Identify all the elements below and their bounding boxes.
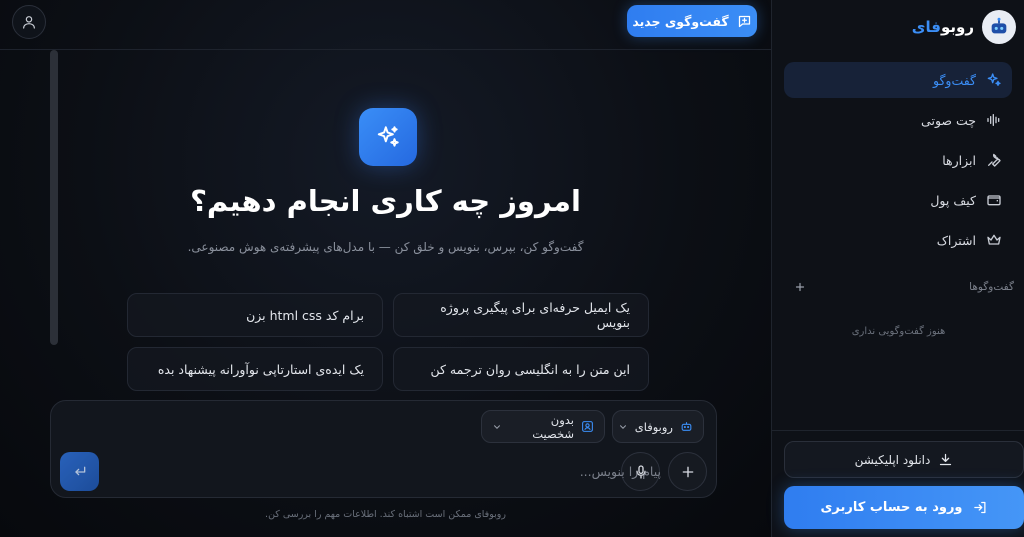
plus-icon	[795, 282, 805, 292]
new-chat-label: گفت‌وگوی جدید	[632, 13, 729, 29]
top-bar: گفت‌وگوی جدید	[0, 0, 771, 50]
download-app-button[interactable]: دانلود اپلیکیشن	[784, 441, 1024, 478]
sidebar-item-label: ابزارها	[942, 152, 976, 168]
download-icon	[938, 452, 953, 467]
chevron-down-icon	[492, 422, 502, 432]
message-input[interactable]	[251, 459, 661, 483]
enter-arrow-icon	[72, 464, 88, 480]
message-plus-icon	[737, 14, 752, 29]
login-button[interactable]: ورود به حساب کاربری	[784, 486, 1024, 529]
robot-icon	[680, 420, 693, 433]
download-label: دانلود اپلیکیشن	[854, 452, 931, 467]
persona-icon	[581, 420, 594, 433]
robot-logo-icon	[982, 10, 1016, 44]
model-selector[interactable]: روبوفای	[612, 410, 704, 443]
wallet-icon	[986, 192, 1002, 208]
empty-conversations-note: هنوز گفت‌وگویی نداری	[851, 326, 946, 337]
disclaimer: روبوفای ممکن است اشتباه کند. اطلاعات مهم…	[265, 509, 506, 520]
chevron-down-icon	[618, 422, 628, 432]
add-conversation-button[interactable]	[794, 281, 806, 293]
brand[interactable]: روبوفای	[912, 10, 1016, 44]
conversations-header-label: گفت‌وگوها	[969, 281, 1014, 293]
sidebar-item-label: گفت‌وگو	[933, 72, 976, 88]
plus-icon	[680, 464, 696, 480]
sidebar-item-label: کیف پول	[930, 192, 976, 208]
conversations-header: گفت‌وگوها	[794, 278, 1014, 296]
wrench-icon	[986, 152, 1002, 168]
sidebar-item-chat[interactable]: گفت‌وگو	[784, 62, 1012, 98]
main-area: گفت‌وگوی جدید امروز چه کاری انجام دهیم؟ …	[0, 0, 771, 537]
brand-name: روبوفای	[912, 18, 974, 36]
user-button[interactable]	[12, 5, 46, 39]
brand-name-main: روبو	[941, 18, 974, 36]
sidebar: روبوفای گفت‌وگو چت صوتی ابزارها	[771, 0, 1024, 537]
crown-icon	[986, 232, 1002, 248]
user-icon	[21, 14, 37, 30]
suggestion-card[interactable]: این متن را به انگلیسی روان ترجمه کن	[393, 347, 649, 391]
sidebar-item-label: اشتراک	[936, 232, 976, 248]
new-chat-button[interactable]: گفت‌وگوی جدید	[627, 5, 757, 37]
brand-name-accent: فای	[911, 18, 941, 36]
model-label: روبوفای	[634, 419, 673, 434]
suggestion-card[interactable]: یک ایده‌ی استارتاپی نوآورانه پیشنهاد بده	[127, 347, 383, 391]
page-subtitle: گفت‌وگو کن، بپرس، بنویس و خلق کن — با مد…	[187, 240, 584, 254]
sidebar-item-tools[interactable]: ابزارها	[784, 142, 1012, 178]
login-label: ورود به حساب کاربری	[820, 500, 963, 515]
attach-button[interactable]	[668, 452, 707, 491]
login-icon	[973, 500, 988, 515]
persona-selector[interactable]: بدون شخصیت	[481, 410, 605, 443]
hero-logo	[359, 108, 417, 166]
soundwave-icon	[986, 112, 1002, 128]
send-button[interactable]	[60, 452, 99, 491]
sparkles-icon	[375, 124, 401, 150]
suggestion-card[interactable]: برام کد html css بزن	[127, 293, 383, 337]
sidebar-item-subscription[interactable]: اشتراک	[784, 222, 1012, 258]
persona-label: بدون شخصیت	[532, 412, 574, 441]
sidebar-item-label: چت صوتی	[921, 112, 976, 128]
message-composer: روبوفای بدون شخصیت	[50, 400, 717, 498]
page-title: امروز چه کاری انجام دهیم؟	[190, 184, 581, 218]
sidebar-item-wallet[interactable]: کیف پول	[784, 182, 1012, 218]
sparkles-icon	[986, 72, 1002, 88]
sidebar-item-voice-chat[interactable]: چت صوتی	[784, 102, 1012, 138]
divider	[772, 430, 1024, 431]
suggestion-card[interactable]: یک ایمیل حرفه‌ای برای پیگیری پروژه بنویس	[393, 293, 649, 337]
